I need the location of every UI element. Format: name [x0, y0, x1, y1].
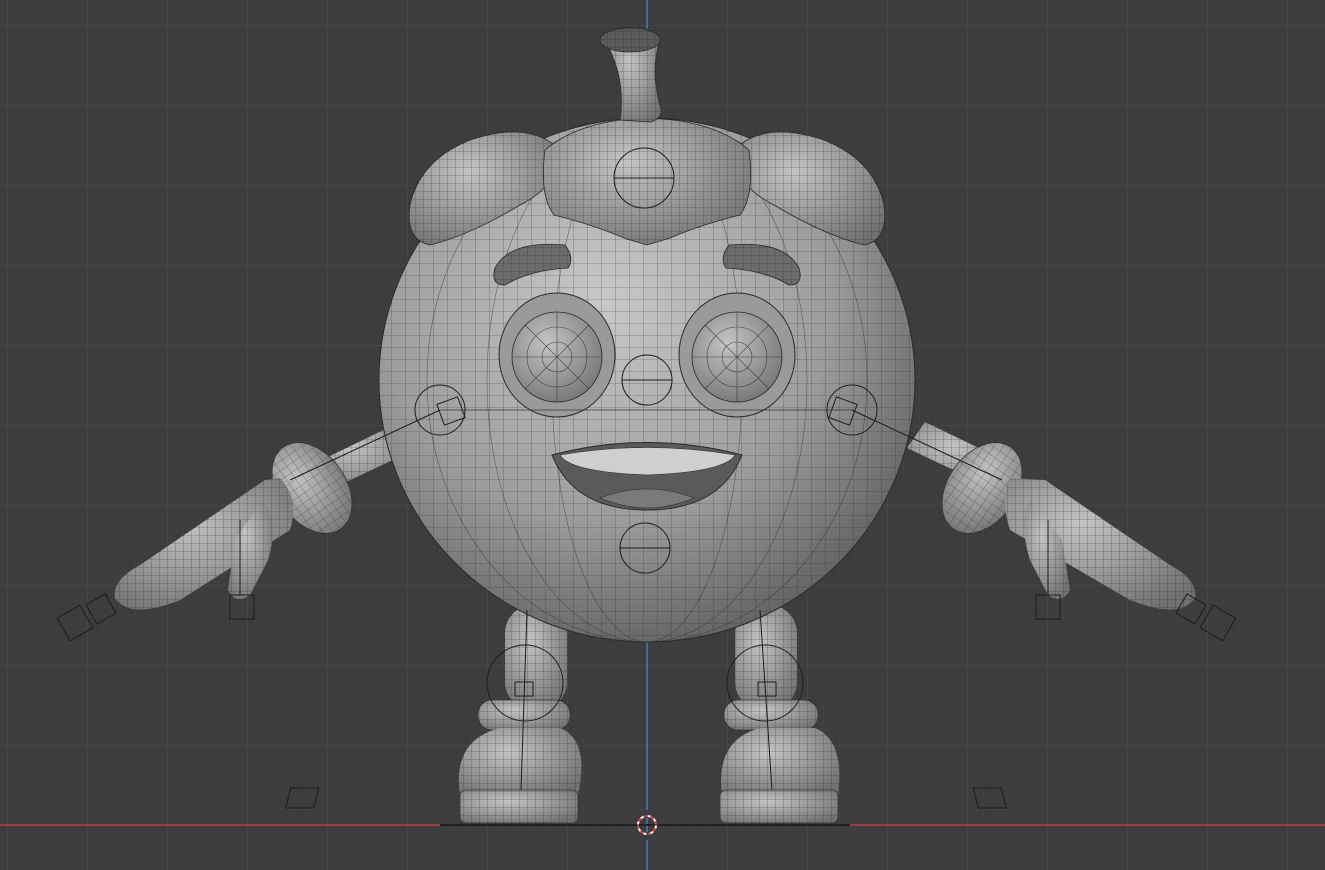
3d-viewport[interactable]: [0, 0, 1325, 870]
pumpkin-leaves[interactable]: [408, 117, 886, 246]
eye-left[interactable]: [498, 292, 616, 418]
eye-right[interactable]: [678, 292, 796, 418]
